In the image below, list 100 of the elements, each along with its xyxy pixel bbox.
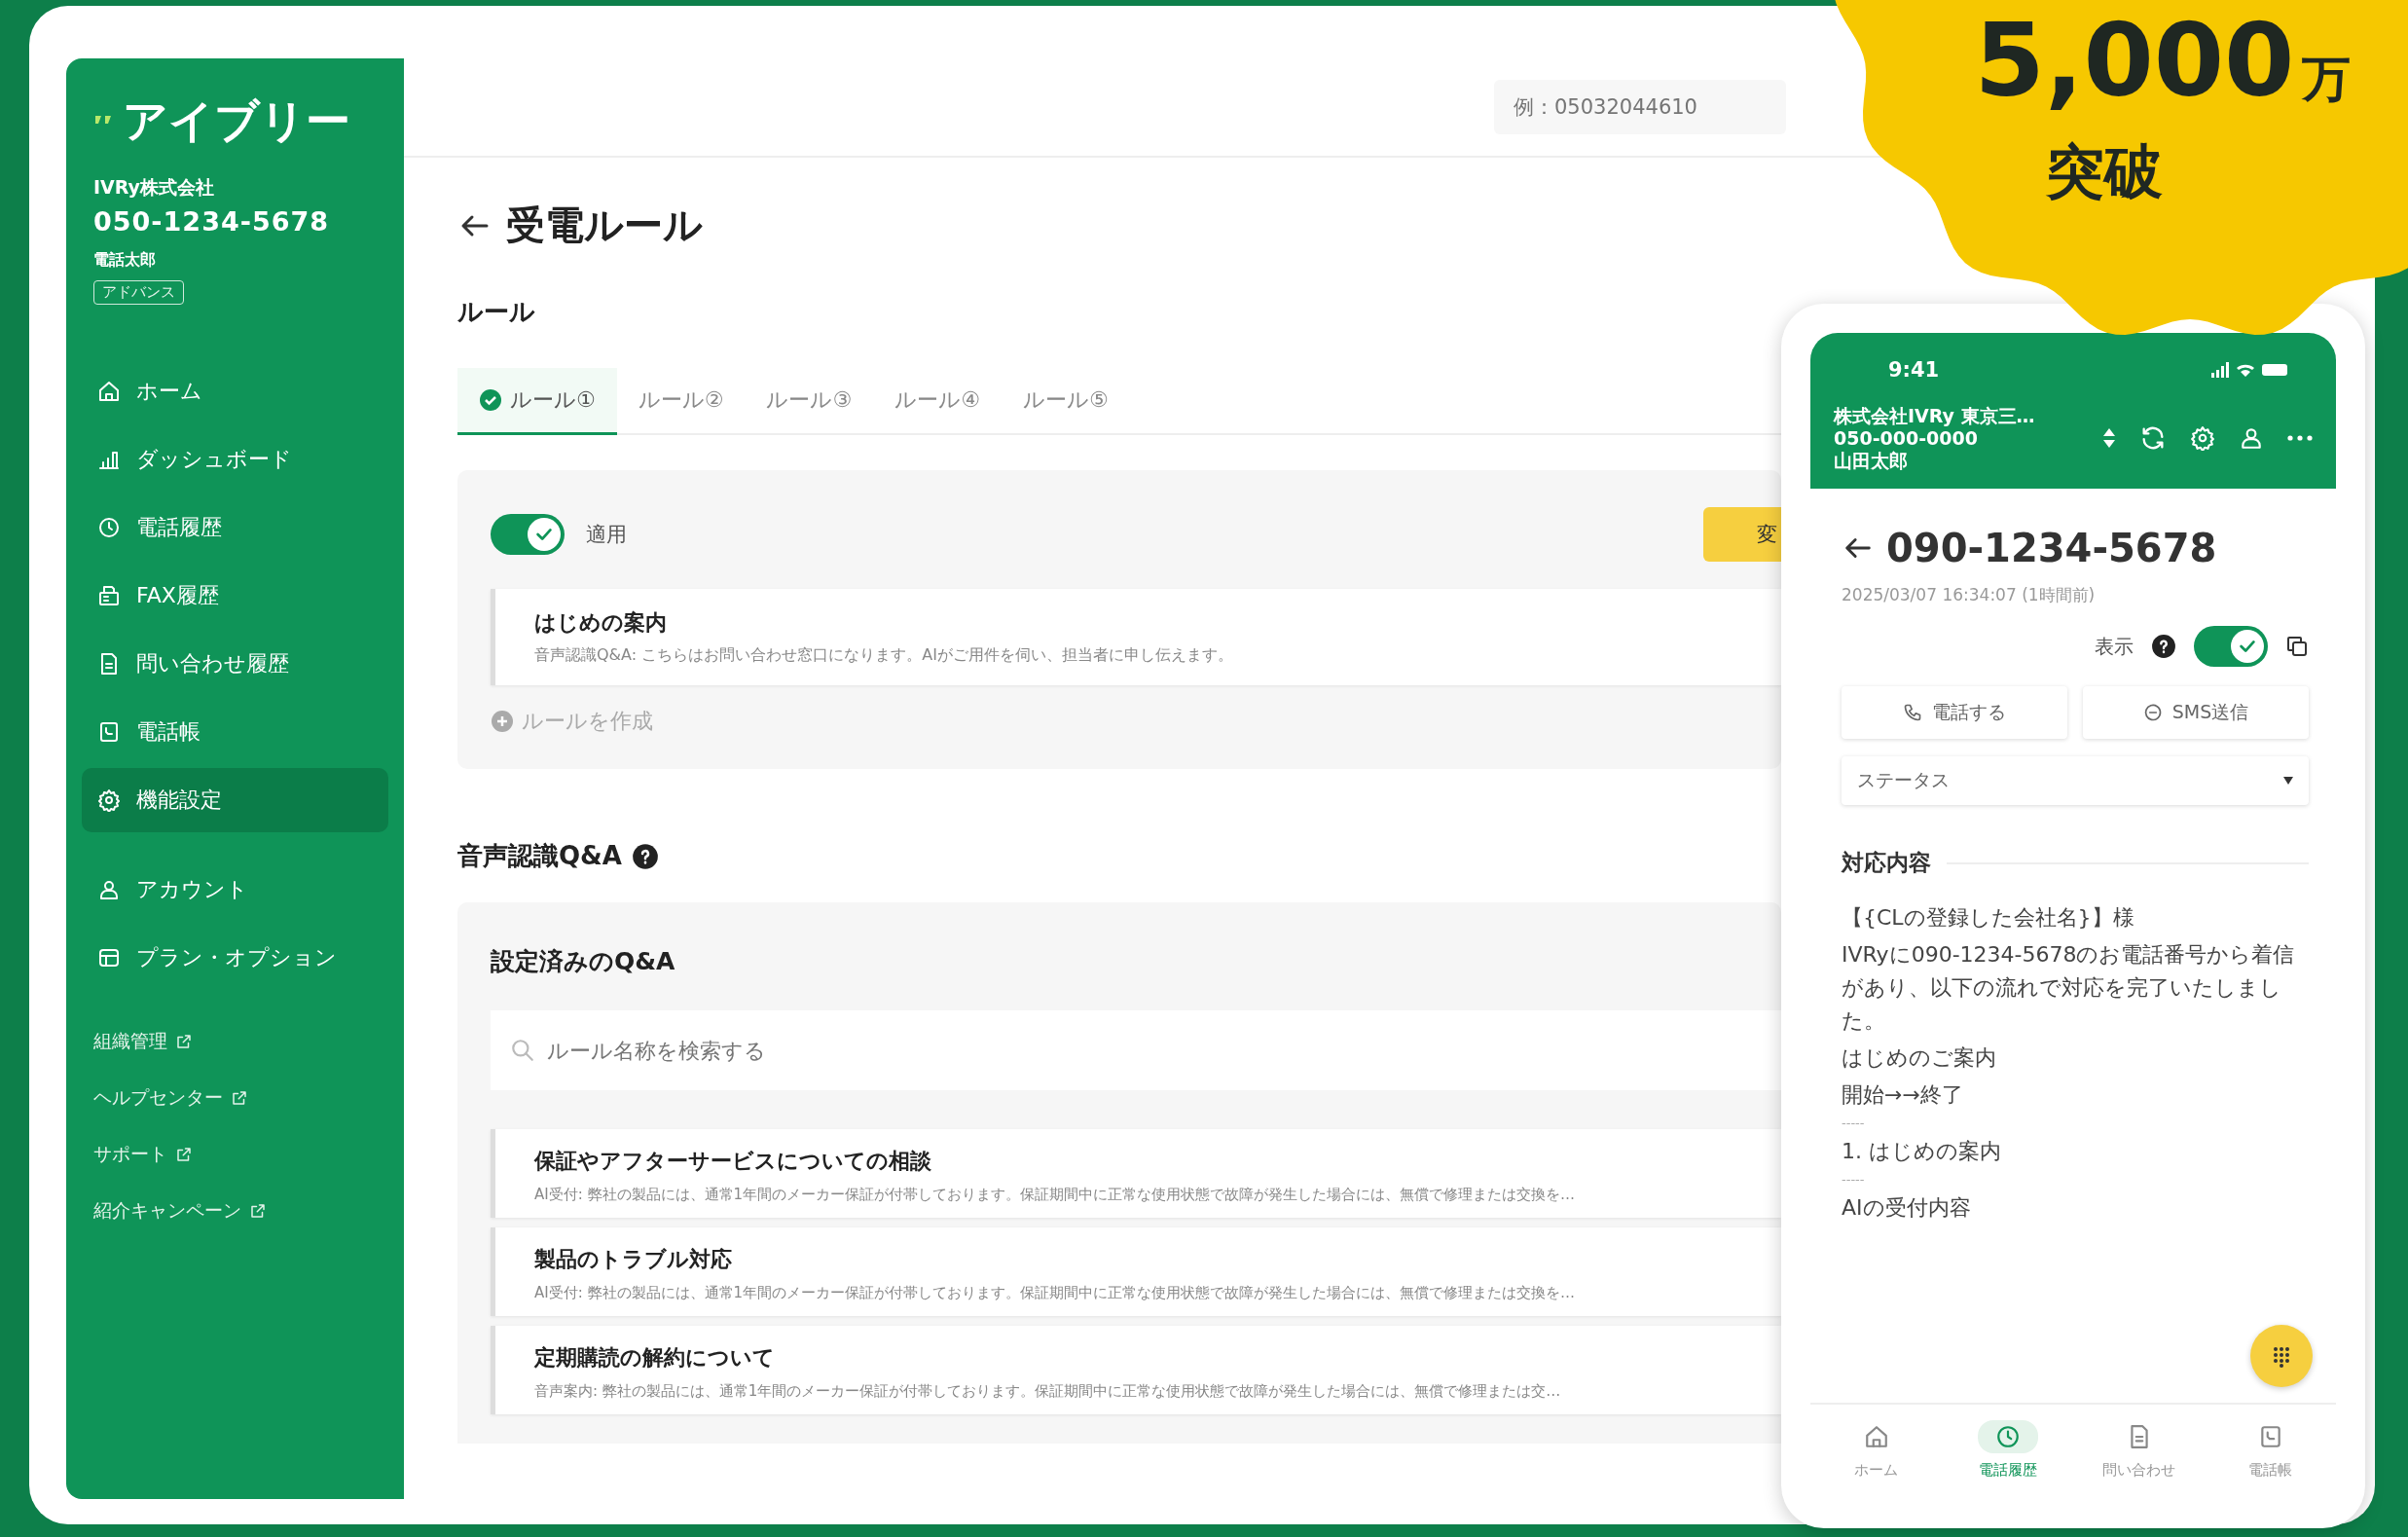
content-text: AIの受付内容 <box>1842 1194 1972 1223</box>
display-label: 表示 <box>2095 633 2134 660</box>
company-name: IVRy株式会社 <box>93 175 215 200</box>
home-icon <box>1863 1424 1889 1449</box>
external-link-icon <box>175 1033 193 1050</box>
external-link[interactable]: 紹介キャンペーン <box>93 1198 388 1224</box>
sidebar-item[interactable]: 電話履歴 <box>82 495 388 560</box>
more-button[interactable] <box>2287 435 2313 442</box>
copy-icon <box>2285 635 2309 659</box>
more-icon <box>2287 435 2313 442</box>
caret-icon <box>2283 777 2293 786</box>
sidebar-item[interactable]: 機能設定 <box>82 768 388 832</box>
qa-search-field[interactable]: ルール名称を検索する <box>491 1010 1781 1090</box>
sidebar-item[interactable]: アカウント <box>82 858 388 922</box>
external-link-icon <box>249 1202 267 1220</box>
content-text: IVRyに090-1234-5678のお電話番号から着信があり、以下の流れで対応を完了いたしました。 <box>1842 941 2296 1036</box>
qa-item[interactable]: 製品のトラブル対応 AI受付: 弊社の製品には、通常1年間のメーカー保証が付帯しております。保証期間中に正常な使用状態で故障が発生した場合には、無償で修理または交換を… <box>491 1227 1781 1316</box>
phonebook-icon <box>97 720 121 744</box>
logo-text: アイブリー <box>123 93 350 149</box>
plan-badge: アドバンス <box>93 280 184 305</box>
user-name: 山田太郎 <box>1834 449 1909 472</box>
page-title: 受電ルール <box>506 201 703 249</box>
external-link[interactable]: サポート <box>93 1142 388 1167</box>
content-text: 開始→→終了 <box>1842 1081 1964 1110</box>
user-name: 電話太郎 <box>93 250 157 271</box>
qa-description: AI受付: 弊社の製品には、通常1年間のメーカー保証が付帯しております。保証期間中に正常な使用状態で故障が発生した場合には、無償で修理または交換を… <box>534 1186 1577 1204</box>
wifi-icon <box>2237 363 2254 377</box>
qa-title: 定期購読の解約について <box>534 1344 776 1372</box>
status-dropdown[interactable]: ステータス <box>1842 756 2309 806</box>
rule-tab[interactable]: ルール⑤ <box>1001 368 1130 435</box>
call-datetime: 2025/03/07 16:34:07 (1時間前) <box>1842 584 2097 607</box>
organization-name: 株式会社IVRy 東京三… <box>1834 405 2036 427</box>
rule-tab[interactable]: ルール① <box>457 368 617 435</box>
check-circle-icon <box>479 388 502 412</box>
sidebar-item[interactable]: 問い合わせ履歴 <box>82 632 388 696</box>
sms-button[interactable]: SMS送信 <box>2083 686 2309 740</box>
qa-description: 音声案内: 弊社の製品には、通常1年間のメーカー保証が付帯しております。保証期間中に正常な使用状態で故障が発生した場合には、無償で修理または交… <box>534 1382 1562 1401</box>
card-icon <box>97 946 121 970</box>
sidebar-item[interactable]: ダッシュボード <box>82 427 388 492</box>
content-title: 対応内容 <box>1842 849 1931 878</box>
panel-title: 設定済みのQ&A <box>491 946 676 977</box>
phone-number: 050-000-0000 <box>1834 426 1979 450</box>
person-icon <box>2239 425 2264 452</box>
status-time: 9:41 <box>1888 358 1940 382</box>
rule-tab[interactable]: ルール② <box>616 368 746 435</box>
qa-title: 製品のトラブル対応 <box>534 1246 733 1273</box>
content-text: ----- <box>1842 1116 1866 1132</box>
badge-unit: 万 <box>2302 50 2352 109</box>
sidebar-item[interactable]: 電話帳 <box>82 700 388 764</box>
call-button[interactable]: 電話する <box>1842 686 2067 740</box>
account-button[interactable] <box>2239 425 2264 452</box>
qa-item[interactable]: 定期購読の解約について 音声案内: 弊社の製品には、通常1年間のメーカー保証が付帯しております。保証期間中に正常な使用状態で故障が発生した場合には、無償で修理または交… <box>491 1326 1781 1414</box>
clock-icon <box>97 516 121 539</box>
signal-icon <box>2211 362 2229 378</box>
external-link-icon <box>175 1146 193 1163</box>
create-rule-button[interactable]: ルールを作成 <box>491 707 653 736</box>
copy-button[interactable] <box>2285 635 2309 659</box>
rule-item[interactable]: はじめの案内 音声認識Q&A: こちらはお問い合わせ窓口になります。AIがご用件を伺い、担当者に申し伝えます。 <box>491 589 1781 685</box>
content-text: はじめのご案内 <box>1842 1044 1997 1073</box>
help-icon[interactable] <box>2151 634 2176 660</box>
settings-button[interactable] <box>2190 425 2215 452</box>
phone-icon <box>1903 703 1922 723</box>
keypad-button[interactable] <box>2250 1325 2313 1387</box>
qa-title: 保証やアフターサービスについての相談 <box>534 1148 932 1175</box>
content-text: 【{CLの登録した会社名}】様 <box>1842 904 2135 933</box>
caller-number: 090-1234-5678 <box>1886 526 2217 571</box>
rule-tab[interactable]: ルール④ <box>873 368 1002 435</box>
qa-item[interactable]: 保証やアフターサービスについての相談 AI受付: 弊社の製品には、通常1年間のメーカー保証が付帯しております。保証期間中に正常な使用状態で故障が発生した場合には、無償で修理または交換を… <box>491 1129 1781 1218</box>
settings-icon <box>97 788 121 812</box>
bottom-nav-item[interactable]: 電話履歴 <box>1942 1420 2073 1480</box>
settings-icon <box>2190 425 2215 452</box>
badge-caption: 突破 <box>2046 136 2163 207</box>
help-icon[interactable] <box>631 842 659 870</box>
external-link-icon <box>231 1089 248 1107</box>
rule-title: はじめの案内 <box>534 609 668 637</box>
phone-search-field[interactable]: 例：05032044610 <box>1494 80 1786 134</box>
qa-description: AI受付: 弊社の製品には、通常1年間のメーカー保証が付帯しております。保証期間中に正常な使用状態で故障が発生した場合には、無償で修理または交換を… <box>534 1284 1577 1302</box>
section-title: 音声認識Q&A <box>457 840 622 872</box>
fax-icon <box>97 584 121 607</box>
bottom-nav-item[interactable]: 電話帳 <box>2205 1420 2336 1480</box>
rule-description: 音声認識Q&A: こちらはお問い合わせ窓口になります。AIがご用件を伺い、担当者に申し伝えます。 <box>534 645 1234 666</box>
clock-icon <box>1994 1424 2021 1449</box>
badge-number: 5,000 <box>1974 10 2295 111</box>
external-link[interactable]: ヘルプセンター <box>93 1085 388 1111</box>
external-link[interactable]: 組織管理 <box>93 1029 388 1054</box>
section-title: ルール <box>457 296 536 328</box>
toggle-switch[interactable] <box>2194 626 2268 668</box>
change-button[interactable]: 変 <box>1703 507 1781 562</box>
sidebar-item[interactable]: ホーム <box>82 359 388 423</box>
toggle-label: 適用 <box>586 522 627 548</box>
bottom-nav-item[interactable]: 問い合わせ <box>2073 1420 2205 1480</box>
sidebar-item[interactable]: プラン・オプション <box>82 926 388 990</box>
toggle-switch[interactable] <box>491 514 565 555</box>
rule-tab[interactable]: ルール③ <box>745 368 874 435</box>
plus-circle-icon <box>491 710 514 733</box>
sidebar-item[interactable]: FAX履歴 <box>82 564 388 628</box>
content-text: 1. はじめの案内 <box>1842 1138 2002 1166</box>
bottom-nav-item[interactable]: ホーム <box>1810 1420 1942 1480</box>
content-text: ----- <box>1842 1172 1866 1189</box>
person-icon <box>97 878 121 901</box>
